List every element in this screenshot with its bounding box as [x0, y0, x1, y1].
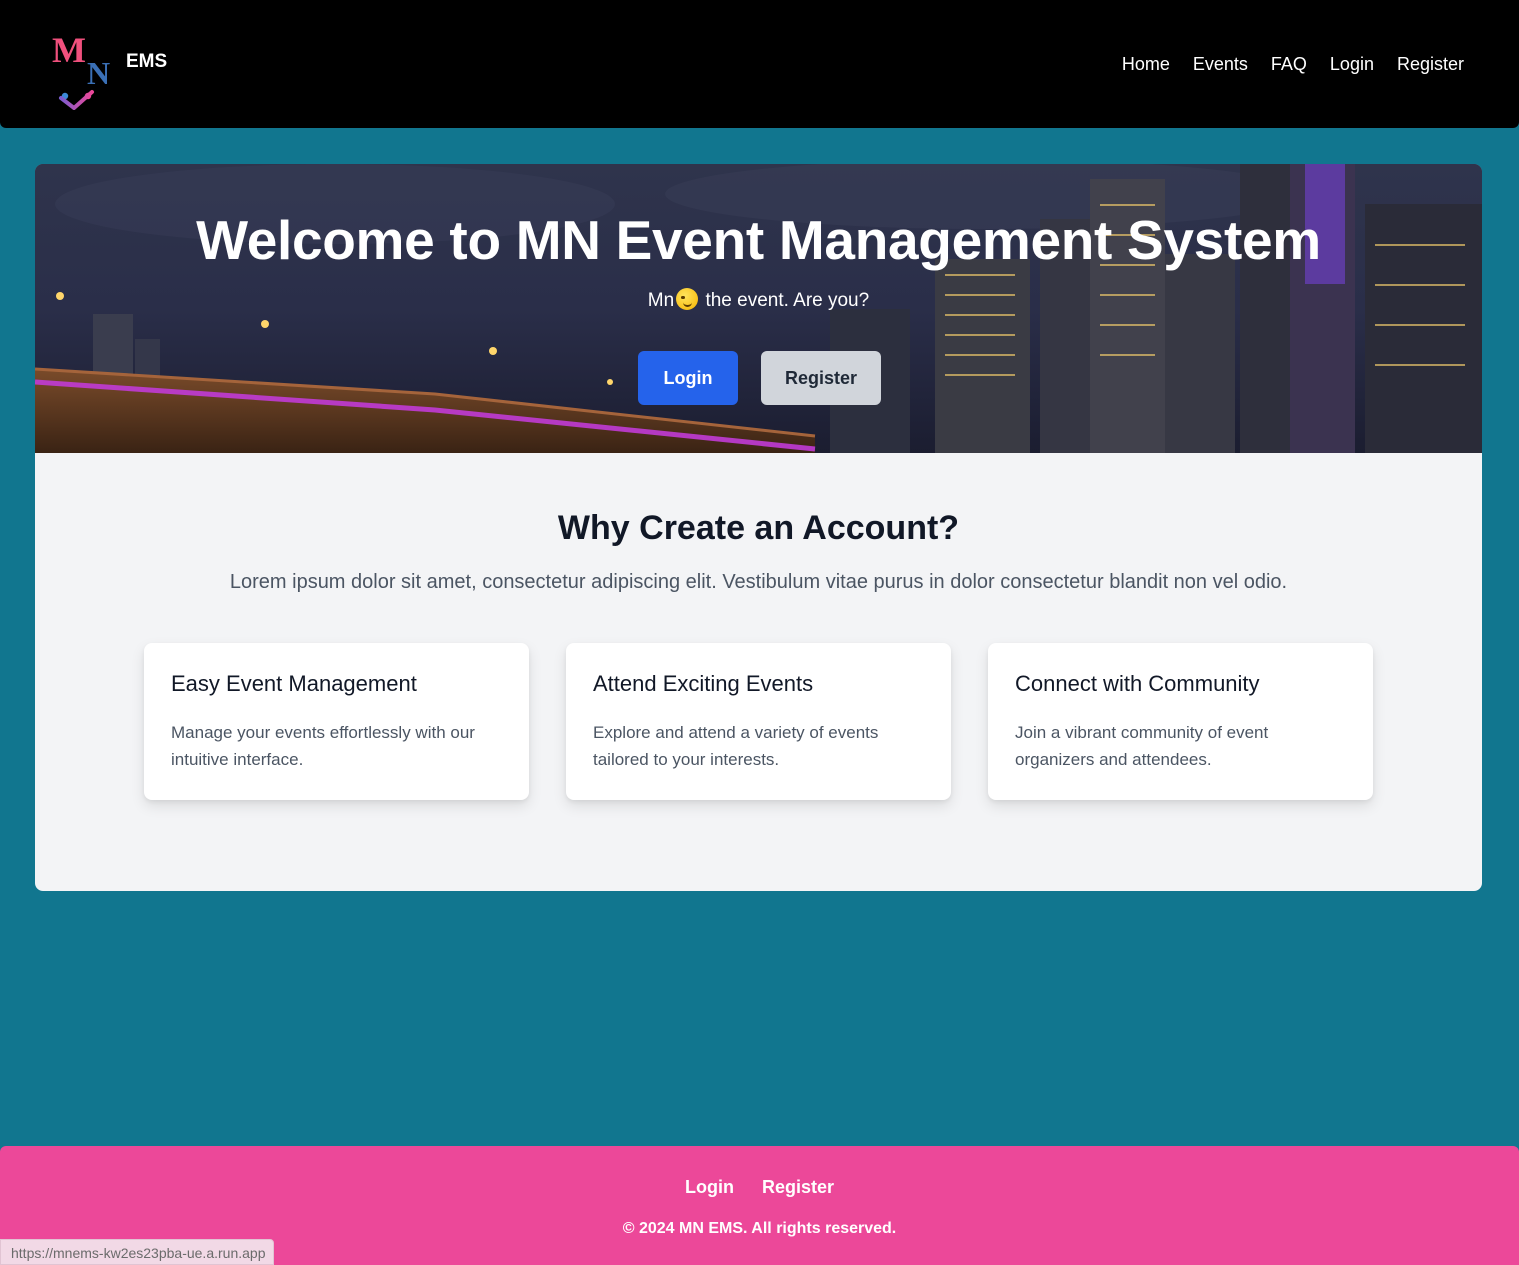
brand[interactable]: M N EMS	[52, 18, 167, 110]
hero-subtitle-suffix: the event. Are you?	[700, 290, 870, 311]
footer-links: Login Register	[0, 1177, 1519, 1198]
feature-card-easy-event-management: Easy Event Management Manage your events…	[144, 643, 529, 800]
hero-buttons: Login Register	[35, 351, 1482, 405]
feature-text: Manage your events effortlessly with our…	[171, 723, 475, 769]
feature-card-connect-with-community: Connect with Community Join a vibrant co…	[988, 643, 1373, 800]
status-bar-url: https://mnems-kw2es23pba-ue.a.run.app	[0, 1239, 275, 1265]
nav-faq-link[interactable]: FAQ	[1271, 54, 1307, 75]
feature-title: Connect with Community	[1015, 671, 1260, 696]
why-section-description: Lorem ipsum dolor sit amet, consectetur …	[229, 571, 1288, 593]
feature-cards: Easy Event Management Manage your events…	[144, 643, 1373, 800]
nav-register-link[interactable]: Register	[1397, 54, 1464, 75]
hero-banner: Welcome to MN Event Management System Mn…	[35, 164, 1482, 453]
hero-register-button[interactable]: Register	[761, 351, 881, 405]
brand-name: EMS	[126, 51, 168, 72]
hero-title: Welcome to MN Event Management System	[196, 209, 1321, 271]
why-section-title: Why Create an Account?	[557, 509, 960, 547]
hero-subtitle: Mn the event. Are you?	[35, 288, 1482, 312]
footer-register-link[interactable]: Register	[762, 1177, 834, 1198]
feature-text: Join a vibrant community of event organi…	[1015, 723, 1269, 769]
smirking-face-emoji-icon	[676, 288, 699, 310]
hero-content: Welcome to MN Event Management System Mn…	[35, 164, 1482, 453]
navbar: M N EMS Home Events FAQ Login Register	[0, 0, 1519, 128]
logo-letter-m: M	[52, 30, 86, 70]
nav-home-link[interactable]: Home	[1122, 54, 1170, 75]
feature-text: Explore and attend a variety of events t…	[593, 723, 879, 769]
nav-links: Home Events FAQ Login Register	[1122, 54, 1464, 75]
footer-copyright: © 2024 MN EMS. All rights reserved.	[622, 1220, 897, 1237]
logo-letter-n: N	[87, 55, 110, 91]
main-card: Welcome to MN Event Management System Mn…	[35, 164, 1482, 891]
nav-login-link[interactable]: Login	[1330, 54, 1374, 75]
nav-events-link[interactable]: Events	[1193, 54, 1248, 75]
hero-subtitle-prefix: Mn	[647, 290, 675, 311]
mn-logo-icon: M N	[52, 18, 112, 110]
footer-login-link[interactable]: Login	[685, 1177, 734, 1198]
feature-title: Easy Event Management	[171, 671, 417, 696]
hero-login-button[interactable]: Login	[638, 351, 738, 405]
feature-title: Attend Exciting Events	[593, 671, 814, 696]
feature-card-attend-exciting-events: Attend Exciting Events Explore and atten…	[566, 643, 951, 800]
